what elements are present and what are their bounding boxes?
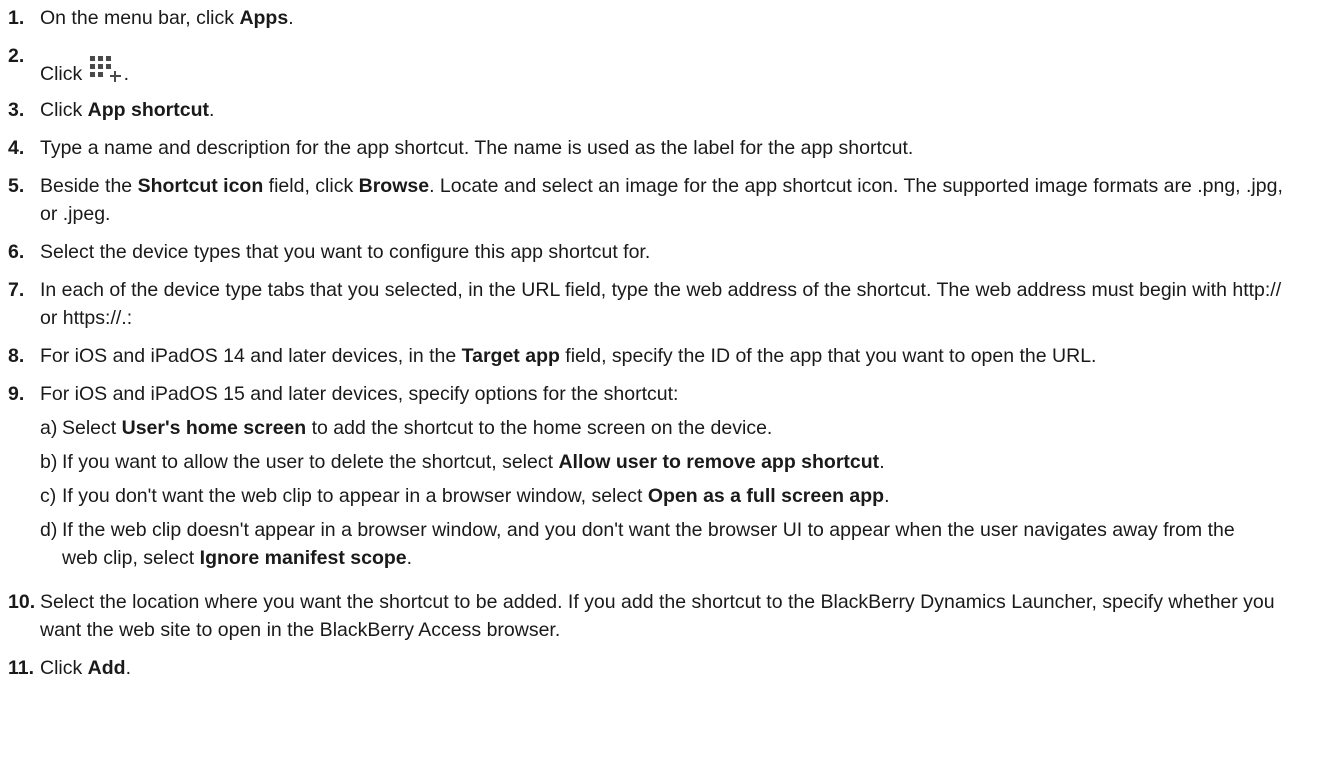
step-10: 10. Select the location where you want t… — [8, 588, 1326, 644]
substep-text: If you don't want the web clip to appear… — [62, 482, 1286, 510]
substep-b: b) If you want to allow the user to dele… — [40, 448, 1286, 476]
procedure-steps: 1. On the menu bar, click Apps. 2. Click… — [0, 0, 1336, 682]
step-text-part: On the menu bar, click — [40, 7, 240, 29]
ui-term-apps: Apps — [239, 7, 289, 29]
step-text: For iOS and iPadOS 15 and later devices,… — [40, 380, 1326, 578]
step-6: 6. Select the device types that you want… — [8, 238, 1326, 266]
step-number: 7. — [8, 279, 25, 301]
step-number: 3. — [8, 99, 25, 121]
add-app-grid-icon — [88, 56, 124, 82]
step-number: 5. — [8, 175, 25, 197]
step-text-part: Click — [40, 99, 88, 121]
step-text-part: to add the shortcut to the home screen o… — [306, 417, 773, 439]
step-text: On the menu bar, click Apps. — [40, 4, 1326, 32]
step-number: 11. — [8, 657, 35, 679]
step-1: 1. On the menu bar, click Apps. — [8, 4, 1326, 32]
step-9: 9. For iOS and iPadOS 15 and later devic… — [8, 380, 1326, 578]
substep-text: If you want to allow the user to delete … — [62, 448, 1286, 476]
step-number: 1. — [8, 7, 25, 29]
step-text-part: . — [406, 547, 413, 569]
substep-d: d) If the web clip doesn't appear in a b… — [40, 516, 1286, 572]
ui-term-ignore-manifest-scope: Ignore manifest scope — [199, 547, 407, 569]
step-number: 2. — [8, 45, 25, 67]
ui-term-full-screen-app: Open as a full screen app — [647, 485, 885, 507]
ui-term-app-shortcut: App shortcut — [87, 99, 209, 121]
step-3: 3. Click App shortcut. — [8, 96, 1326, 124]
substep-a: a) Select User's home screen to add the … — [40, 414, 1286, 442]
step-text: Click . — [40, 42, 1326, 88]
ui-term-browse: Browse — [358, 175, 430, 197]
step-text: Select the location where you want the s… — [40, 591, 1275, 641]
substep-letter: d) — [40, 519, 58, 541]
substep-letter: b) — [40, 451, 58, 473]
step-text-part: For iOS and iPadOS 14 and later devices,… — [40, 345, 462, 367]
step-text-part: Beside the — [40, 175, 138, 197]
substep-text: Select User's home screen to add the sho… — [62, 414, 1286, 442]
step-text: For iOS and iPadOS 14 and later devices,… — [40, 342, 1326, 370]
step-text: In each of the device type tabs that you… — [40, 279, 1282, 329]
substep-list: a) Select User's home screen to add the … — [40, 414, 1286, 572]
step-7: 7. In each of the device type tabs that … — [8, 276, 1326, 332]
step-text-part: For iOS and iPadOS 15 and later devices,… — [40, 383, 679, 405]
step-text: Click App shortcut. — [40, 96, 1326, 124]
ui-term-add: Add — [87, 657, 126, 679]
step-text: Select the device types that you want to… — [40, 241, 651, 263]
step-text-part: . — [288, 7, 294, 29]
step-5: 5. Beside the Shortcut icon field, click… — [8, 172, 1326, 228]
step-text-part: Select — [62, 417, 122, 439]
step-text-part: . — [884, 485, 890, 507]
step-text-part: Click — [40, 63, 88, 85]
step-4: 4. Type a name and description for the a… — [8, 134, 1326, 162]
step-2: 2. Click . — [8, 42, 1326, 88]
ui-term-allow-remove: Allow user to remove app shortcut — [558, 451, 880, 473]
step-number: 9. — [8, 383, 25, 405]
step-11: 11. Click Add. — [8, 654, 1326, 682]
step-text-part: . — [879, 451, 885, 473]
step-text: Type a name and description for the app … — [40, 137, 914, 159]
substep-letter: a) — [40, 417, 58, 439]
step-number: 8. — [8, 345, 25, 367]
step-text-part: . — [209, 99, 215, 121]
substep-c: c) If you don't want the web clip to app… — [40, 482, 1286, 510]
ui-term-users-home-screen: User's home screen — [121, 417, 307, 439]
step-text-part: field, click — [263, 175, 359, 197]
step-text-part: If you don't want the web clip to appear… — [62, 485, 648, 507]
step-text-part: . — [123, 63, 130, 85]
ui-term-target-app: Target app — [461, 345, 560, 367]
step-number: 10. — [8, 591, 36, 613]
step-number: 4. — [8, 137, 25, 159]
step-text-part: If you want to allow the user to delete … — [62, 451, 559, 473]
substep-text: If the web clip doesn't appear in a brow… — [62, 516, 1286, 572]
step-text: Click Add. — [40, 654, 1326, 682]
step-8: 8. For iOS and iPadOS 14 and later devic… — [8, 342, 1326, 370]
step-text: Beside the Shortcut icon field, click Br… — [40, 172, 1326, 228]
ui-term-shortcut-icon: Shortcut icon — [137, 175, 264, 197]
step-text-part: . — [125, 657, 131, 679]
step-number: 6. — [8, 241, 25, 263]
substep-letter: c) — [40, 485, 57, 507]
step-text-part: Click — [40, 657, 88, 679]
step-text-part: field, specify the ID of the app that yo… — [559, 345, 1097, 367]
